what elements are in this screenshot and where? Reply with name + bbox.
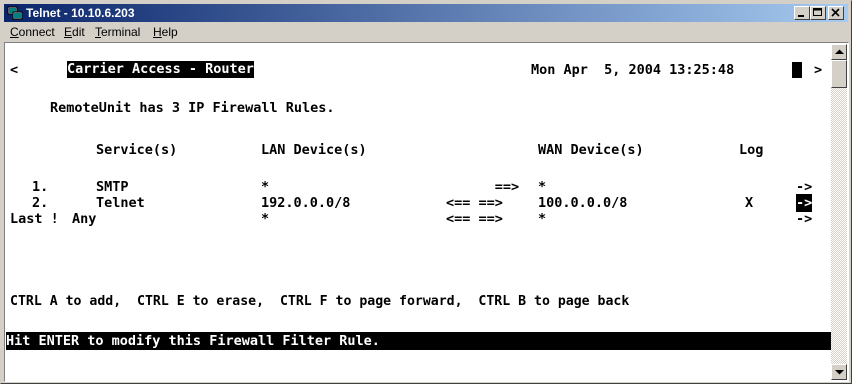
nav-left-indicator: <: [10, 62, 19, 78]
menu-bar: Connect Edit Terminal Help: [4, 23, 848, 41]
minimize-icon: [798, 15, 804, 17]
scroll-thumb[interactable]: [831, 60, 847, 88]
help-line: CTRL A to add, CTRL E to erase, CTRL F t…: [10, 294, 630, 309]
close-icon: [831, 8, 840, 17]
telnet-window: Telnet - 10.10.6.203 Connect Edit Termin…: [0, 0, 852, 384]
terminal-frame: < Carrier Access - Router Mon Apr 5, 200…: [4, 42, 849, 382]
header-title: Carrier Access - Router: [67, 61, 254, 78]
rule-wan-device[interactable]: 100.0.0.0/8: [538, 194, 627, 212]
rule-lan-device[interactable]: 192.0.0.0/8: [261, 194, 350, 212]
column-header-log: Log: [739, 142, 764, 158]
scroll-up-button[interactable]: [831, 44, 847, 60]
rule-wan-device[interactable]: *: [538, 210, 546, 228]
text-cursor: [792, 62, 802, 78]
rule-service[interactable]: Telnet: [96, 194, 145, 212]
close-button[interactable]: [828, 6, 844, 20]
menu-terminal[interactable]: Terminal: [95, 23, 140, 41]
status-line: Hit ENTER to modify this Firewall Filter…: [6, 332, 831, 350]
menu-help[interactable]: Help: [153, 23, 178, 41]
vertical-scrollbar[interactable]: [831, 44, 847, 380]
maximize-icon: [813, 8, 822, 16]
scroll-down-button[interactable]: [831, 364, 847, 380]
menu-connect[interactable]: Connect: [10, 23, 55, 41]
minimize-button[interactable]: [794, 6, 810, 20]
header-datetime: Mon Apr 5, 2004 13:25:48: [531, 62, 735, 78]
column-header-service: Service(s): [96, 142, 178, 158]
rule-lan-device[interactable]: *: [261, 210, 269, 228]
title-bar[interactable]: Telnet - 10.10.6.203: [4, 4, 848, 22]
rule-select-arrow[interactable]: ->: [796, 210, 812, 228]
rules-summary: RemoteUnit has 3 IP Firewall Rules.: [50, 100, 335, 116]
rule-log[interactable]: X: [745, 194, 753, 212]
window-title: Telnet - 10.10.6.203: [26, 6, 135, 20]
maximize-button[interactable]: [810, 6, 826, 20]
rule-service[interactable]: Any: [72, 210, 96, 228]
column-header-wan: WAN Device(s): [538, 142, 644, 158]
scroll-up-icon: [835, 49, 844, 54]
rule-direction: <== ==>: [446, 211, 503, 227]
nav-right-indicator: >: [814, 62, 823, 78]
telnet-app-icon[interactable]: [7, 5, 23, 21]
menu-edit[interactable]: Edit: [64, 23, 85, 41]
terminal-screen[interactable]: < Carrier Access - Router Mon Apr 5, 200…: [6, 44, 831, 380]
scroll-down-icon: [835, 370, 844, 375]
column-header-lan: LAN Device(s): [261, 142, 367, 158]
rule-number: Last !: [10, 211, 59, 227]
